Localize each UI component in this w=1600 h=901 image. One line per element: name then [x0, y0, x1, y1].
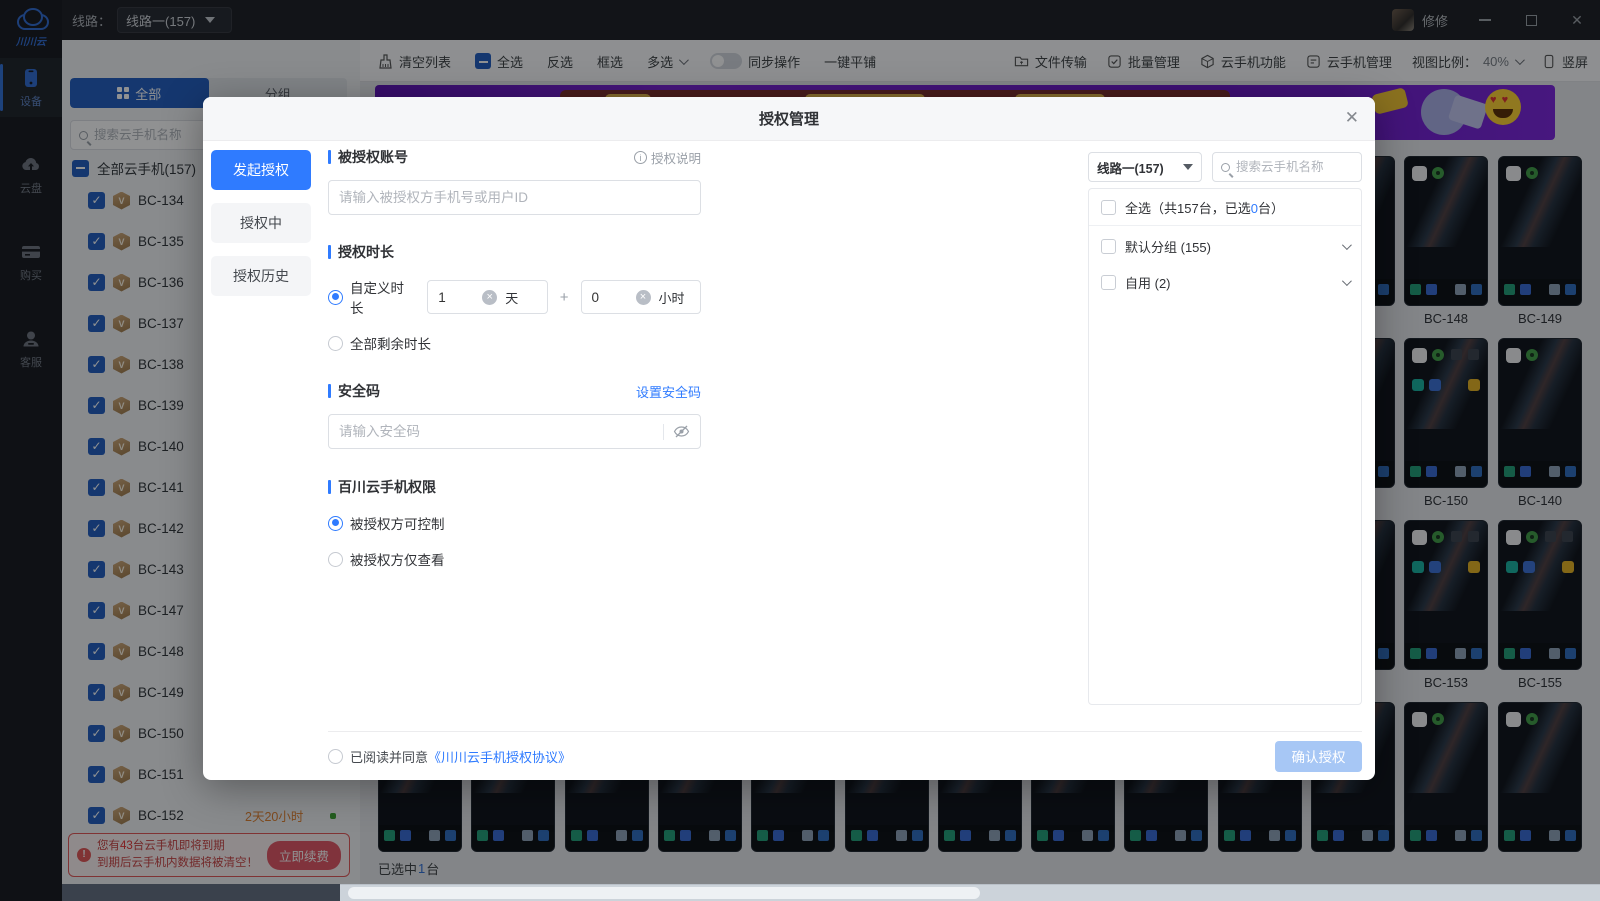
agreement-radio[interactable] — [328, 749, 343, 764]
picker-selected-count: 0 — [1251, 201, 1258, 216]
days-input-box: × 天 — [427, 280, 548, 314]
security-code-box — [328, 414, 701, 449]
dialog-close-icon[interactable]: ✕ — [1345, 108, 1359, 128]
hours-input-box: × 小时 — [581, 280, 702, 314]
tab-initiate-authorization[interactable]: 发起授权 — [211, 150, 311, 190]
clear-days-icon[interactable]: × — [482, 290, 497, 305]
authorized-account-input[interactable] — [328, 180, 701, 215]
picker-search-input[interactable] — [1236, 160, 1353, 174]
info-icon: i — [634, 151, 647, 164]
group-checkbox[interactable] — [1101, 275, 1116, 290]
clear-hours-icon[interactable]: × — [636, 290, 651, 305]
section-authorized-account: 被授权账号 — [328, 147, 408, 167]
authorization-help-link[interactable]: i 授权说明 — [634, 148, 701, 167]
confirm-authorization-button[interactable]: 确认授权 — [1275, 741, 1362, 772]
radio-all-remaining-duration[interactable] — [328, 336, 343, 351]
group-checkbox[interactable] — [1101, 239, 1116, 254]
section-phone-permission: 百川云手机权限 — [328, 477, 701, 497]
dialog-tabs: 发起授权 授权中 授权历史 — [211, 150, 311, 309]
set-security-code-link[interactable]: 设置安全码 — [636, 382, 701, 401]
section-security-code: 安全码 — [328, 381, 380, 401]
radio-custom-duration[interactable] — [328, 290, 343, 305]
hours-input[interactable] — [592, 290, 636, 305]
security-code-input[interactable] — [339, 424, 663, 439]
app-window: 川川云 设备 云盘 购买 客服 线路： 线路一(157) 修修 — [0, 0, 1600, 901]
chevron-down-icon — [1342, 276, 1352, 286]
tab-authorizing[interactable]: 授权中 — [211, 203, 311, 243]
picker-line-dropdown[interactable]: 线路一(157) — [1088, 152, 1202, 182]
days-input[interactable] — [438, 290, 482, 305]
radio-grantee-can-control[interactable] — [328, 516, 343, 531]
dialog-footer: 已阅读并同意 《川川云手机授权协议》 确认授权 — [328, 731, 1362, 780]
scrollbar-track[interactable] — [340, 884, 1600, 901]
device-picker: 线路一(157) 全选（共157台，已选0台） 默认分组 (155) — [1088, 152, 1362, 705]
tab-authorization-history[interactable]: 授权历史 — [211, 256, 311, 296]
caret-down-icon — [1183, 164, 1193, 170]
select-all-checkbox[interactable] — [1101, 200, 1116, 215]
picker-device-tree: 全选（共157台，已选0台） 默认分组 (155) 自用 (2) — [1088, 188, 1362, 705]
section-duration: 授权时长 — [328, 242, 701, 262]
radio-grantee-view-only[interactable] — [328, 552, 343, 567]
search-icon — [1221, 163, 1230, 172]
chevron-down-icon — [1342, 240, 1352, 250]
picker-group-self[interactable]: 自用 (2) — [1089, 266, 1361, 298]
authorization-dialog: 授权管理 ✕ 发起授权 授权中 授权历史 被授权账号 i 授权说明 — [203, 97, 1375, 780]
authorization-form: 被授权账号 i 授权说明 授权时长 自定义时长 × 天 — [328, 147, 701, 569]
picker-search-box — [1212, 152, 1362, 182]
picker-select-all-row[interactable]: 全选（共157台，已选0台） — [1089, 189, 1361, 226]
dialog-title: 授权管理 — [759, 108, 819, 129]
scrollbar-thumb[interactable] — [348, 887, 980, 899]
horizontal-scrollbar[interactable] — [62, 884, 1600, 901]
agreement-link[interactable]: 《川川云手机授权协议》 — [428, 747, 571, 766]
eye-off-icon[interactable] — [673, 424, 690, 439]
dialog-header: 授权管理 ✕ — [203, 97, 1375, 141]
picker-group-default[interactable]: 默认分组 (155) — [1089, 230, 1361, 262]
